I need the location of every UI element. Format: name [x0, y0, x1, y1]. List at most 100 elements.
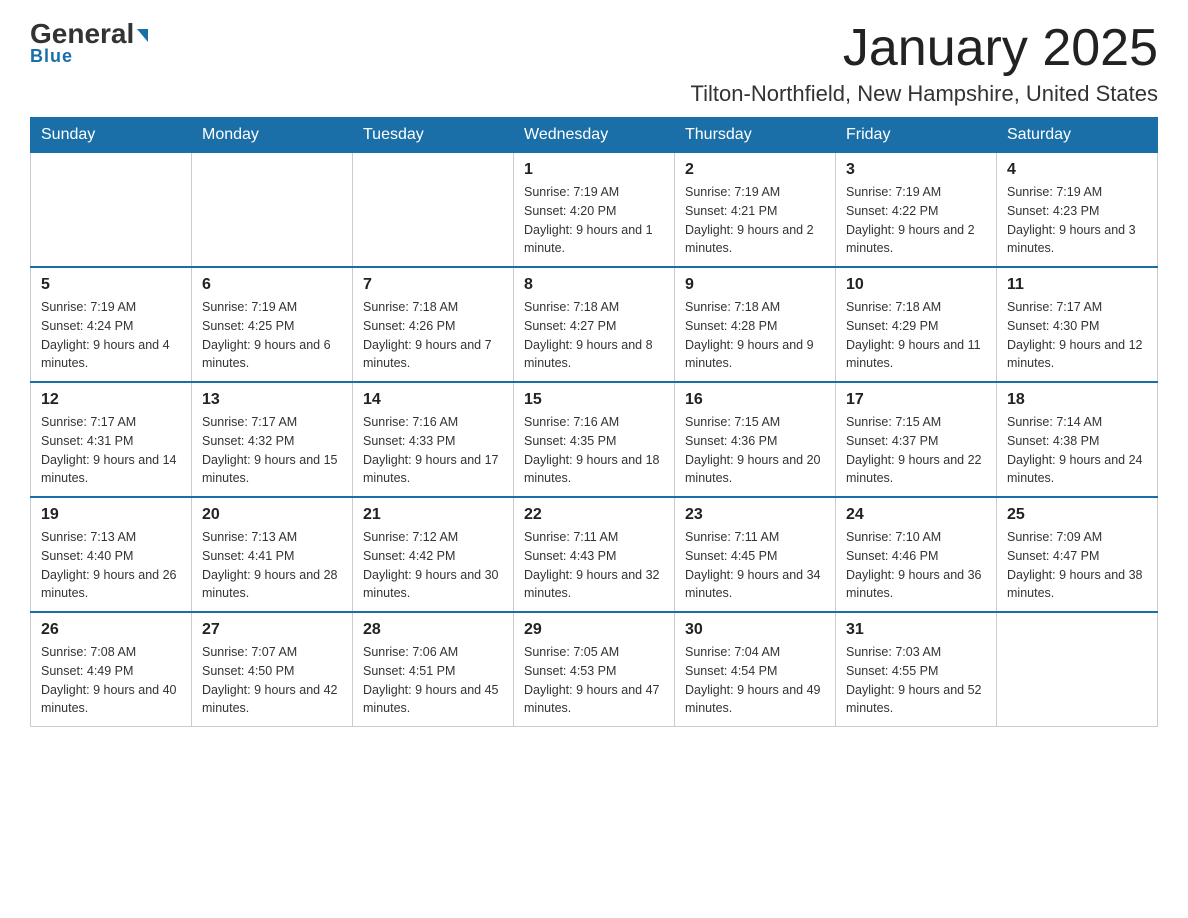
calendar-cell: 18Sunrise: 7:14 AMSunset: 4:38 PMDayligh…	[997, 382, 1158, 497]
day-info: Sunrise: 7:16 AMSunset: 4:33 PMDaylight:…	[363, 413, 503, 488]
weekday-header-monday: Monday	[192, 118, 353, 153]
calendar-week-5: 26 Sunrise: 7:08 AMSunset: 4:49 PMDayligh…	[31, 612, 1158, 727]
logo-blue-text: Blue	[30, 46, 73, 67]
calendar-cell: 17 Sunrise: 7:15 AMSunset: 4:37 PMDayligh…	[836, 382, 997, 497]
day-info: Sunrise: 7:06 AMSunset: 4:51 PMDaylight:…	[363, 643, 503, 718]
day-info: Sunrise: 7:17 AMSunset: 4:30 PMDaylight:…	[1007, 298, 1147, 373]
month-title: January 2025	[691, 20, 1158, 77]
day-info: Sunrise: 7:19 AMSunset: 4:24 PMDaylight:…	[41, 298, 181, 373]
logo-general-text: General	[30, 20, 148, 48]
calendar-cell	[353, 153, 514, 268]
day-info: Sunrise: 7:16 AMSunset: 4:35 PMDaylight:…	[524, 413, 664, 488]
calendar-cell: 13 Sunrise: 7:17 AMSunset: 4:32 PMDayligh…	[192, 382, 353, 497]
calendar-cell: 9 Sunrise: 7:18 AMSunset: 4:28 PMDaylight…	[675, 267, 836, 382]
calendar-cell: 7 Sunrise: 7:18 AMSunset: 4:26 PMDaylight…	[353, 267, 514, 382]
day-info: Sunrise: 7:18 AMSunset: 4:28 PMDaylight:…	[685, 298, 825, 373]
day-number: 12	[41, 391, 181, 409]
day-number: 17	[846, 391, 986, 409]
calendar-cell: 10Sunrise: 7:18 AMSunset: 4:29 PMDayligh…	[836, 267, 997, 382]
day-info: Sunrise: 7:05 AMSunset: 4:53 PMDaylight:…	[524, 643, 664, 718]
calendar-week-4: 19Sunrise: 7:13 AMSunset: 4:40 PMDayligh…	[31, 497, 1158, 612]
day-number: 20	[202, 506, 342, 524]
day-info: Sunrise: 7:19 AMSunset: 4:25 PMDaylight:…	[202, 298, 342, 373]
calendar-cell: 25 Sunrise: 7:09 AMSunset: 4:47 PMDayligh…	[997, 497, 1158, 612]
calendar-cell: 21 Sunrise: 7:12 AMSunset: 4:42 PMDayligh…	[353, 497, 514, 612]
calendar-cell: 12 Sunrise: 7:17 AMSunset: 4:31 PMDayligh…	[31, 382, 192, 497]
day-number: 21	[363, 506, 503, 524]
day-number: 1	[524, 161, 664, 179]
day-info: Sunrise: 7:19 AMSunset: 4:21 PMDaylight:…	[685, 183, 825, 258]
day-info: Sunrise: 7:08 AMSunset: 4:49 PMDaylight:…	[41, 643, 181, 718]
day-number: 23	[685, 506, 825, 524]
day-info: Sunrise: 7:17 AMSunset: 4:31 PMDaylight:…	[41, 413, 181, 488]
calendar-cell	[192, 153, 353, 268]
day-number: 16	[685, 391, 825, 409]
calendar-cell: 29 Sunrise: 7:05 AMSunset: 4:53 PMDayligh…	[514, 612, 675, 727]
location-title: Tilton-Northfield, New Hampshire, United…	[691, 81, 1158, 107]
day-number: 29	[524, 621, 664, 639]
title-block: January 2025 Tilton-Northfield, New Hamp…	[691, 20, 1158, 107]
logo: General Blue	[30, 20, 148, 67]
day-info: Sunrise: 7:13 AMSunset: 4:40 PMDaylight:…	[41, 528, 181, 603]
calendar-cell: 4 Sunrise: 7:19 AMSunset: 4:23 PMDaylight…	[997, 153, 1158, 268]
calendar-week-3: 12 Sunrise: 7:17 AMSunset: 4:31 PMDayligh…	[31, 382, 1158, 497]
day-number: 14	[363, 391, 503, 409]
day-info: Sunrise: 7:13 AMSunset: 4:41 PMDaylight:…	[202, 528, 342, 603]
day-number: 25	[1007, 506, 1147, 524]
day-info: Sunrise: 7:11 AMSunset: 4:45 PMDaylight:…	[685, 528, 825, 603]
day-info: Sunrise: 7:18 AMSunset: 4:27 PMDaylight:…	[524, 298, 664, 373]
day-number: 26	[41, 621, 181, 639]
calendar-cell: 30Sunrise: 7:04 AMSunset: 4:54 PMDayligh…	[675, 612, 836, 727]
weekday-header-thursday: Thursday	[675, 118, 836, 153]
calendar-cell: 22 Sunrise: 7:11 AMSunset: 4:43 PMDayligh…	[514, 497, 675, 612]
weekday-header-wednesday: Wednesday	[514, 118, 675, 153]
day-number: 4	[1007, 161, 1147, 179]
calendar-cell	[997, 612, 1158, 727]
day-number: 15	[524, 391, 664, 409]
calendar-cell: 2Sunrise: 7:19 AMSunset: 4:21 PMDaylight…	[675, 153, 836, 268]
calendar-cell: 8 Sunrise: 7:18 AMSunset: 4:27 PMDaylight…	[514, 267, 675, 382]
day-info: Sunrise: 7:15 AMSunset: 4:37 PMDaylight:…	[846, 413, 986, 488]
day-info: Sunrise: 7:12 AMSunset: 4:42 PMDaylight:…	[363, 528, 503, 603]
day-number: 9	[685, 276, 825, 294]
calendar-cell: 5 Sunrise: 7:19 AMSunset: 4:24 PMDaylight…	[31, 267, 192, 382]
day-info: Sunrise: 7:19 AMSunset: 4:20 PMDaylight:…	[524, 183, 664, 258]
calendar-cell: 11 Sunrise: 7:17 AMSunset: 4:30 PMDayligh…	[997, 267, 1158, 382]
calendar-cell: 20 Sunrise: 7:13 AMSunset: 4:41 PMDayligh…	[192, 497, 353, 612]
calendar-cell: 14 Sunrise: 7:16 AMSunset: 4:33 PMDayligh…	[353, 382, 514, 497]
day-info: Sunrise: 7:03 AMSunset: 4:55 PMDaylight:…	[846, 643, 986, 718]
day-number: 18	[1007, 391, 1147, 409]
calendar-cell: 1 Sunrise: 7:19 AMSunset: 4:20 PMDaylight…	[514, 153, 675, 268]
weekday-header-sunday: Sunday	[31, 118, 192, 153]
calendar-week-2: 5 Sunrise: 7:19 AMSunset: 4:24 PMDaylight…	[31, 267, 1158, 382]
day-info: Sunrise: 7:15 AMSunset: 4:36 PMDaylight:…	[685, 413, 825, 488]
calendar-week-1: 1 Sunrise: 7:19 AMSunset: 4:20 PMDaylight…	[31, 153, 1158, 268]
day-number: 11	[1007, 276, 1147, 294]
day-info: Sunrise: 7:19 AMSunset: 4:23 PMDaylight:…	[1007, 183, 1147, 258]
day-number: 5	[41, 276, 181, 294]
day-info: Sunrise: 7:11 AMSunset: 4:43 PMDaylight:…	[524, 528, 664, 603]
calendar-cell: 19Sunrise: 7:13 AMSunset: 4:40 PMDayligh…	[31, 497, 192, 612]
day-number: 22	[524, 506, 664, 524]
day-number: 13	[202, 391, 342, 409]
calendar-cell	[31, 153, 192, 268]
day-info: Sunrise: 7:07 AMSunset: 4:50 PMDaylight:…	[202, 643, 342, 718]
calendar-header-row: SundayMondayTuesdayWednesdayThursdayFrid…	[31, 118, 1158, 153]
day-number: 24	[846, 506, 986, 524]
calendar-cell: 26 Sunrise: 7:08 AMSunset: 4:49 PMDayligh…	[31, 612, 192, 727]
day-number: 30	[685, 621, 825, 639]
day-info: Sunrise: 7:17 AMSunset: 4:32 PMDaylight:…	[202, 413, 342, 488]
day-number: 10	[846, 276, 986, 294]
day-number: 7	[363, 276, 503, 294]
day-number: 3	[846, 161, 986, 179]
day-info: Sunrise: 7:09 AMSunset: 4:47 PMDaylight:…	[1007, 528, 1147, 603]
calendar-cell: 31Sunrise: 7:03 AMSunset: 4:55 PMDayligh…	[836, 612, 997, 727]
day-info: Sunrise: 7:10 AMSunset: 4:46 PMDaylight:…	[846, 528, 986, 603]
day-number: 8	[524, 276, 664, 294]
calendar-cell: 28Sunrise: 7:06 AMSunset: 4:51 PMDayligh…	[353, 612, 514, 727]
calendar-cell: 24 Sunrise: 7:10 AMSunset: 4:46 PMDayligh…	[836, 497, 997, 612]
calendar-cell: 6Sunrise: 7:19 AMSunset: 4:25 PMDaylight…	[192, 267, 353, 382]
page-header: General Blue January 2025 Tilton-Northfi…	[30, 20, 1158, 107]
calendar-cell: 15 Sunrise: 7:16 AMSunset: 4:35 PMDayligh…	[514, 382, 675, 497]
day-info: Sunrise: 7:18 AMSunset: 4:26 PMDaylight:…	[363, 298, 503, 373]
